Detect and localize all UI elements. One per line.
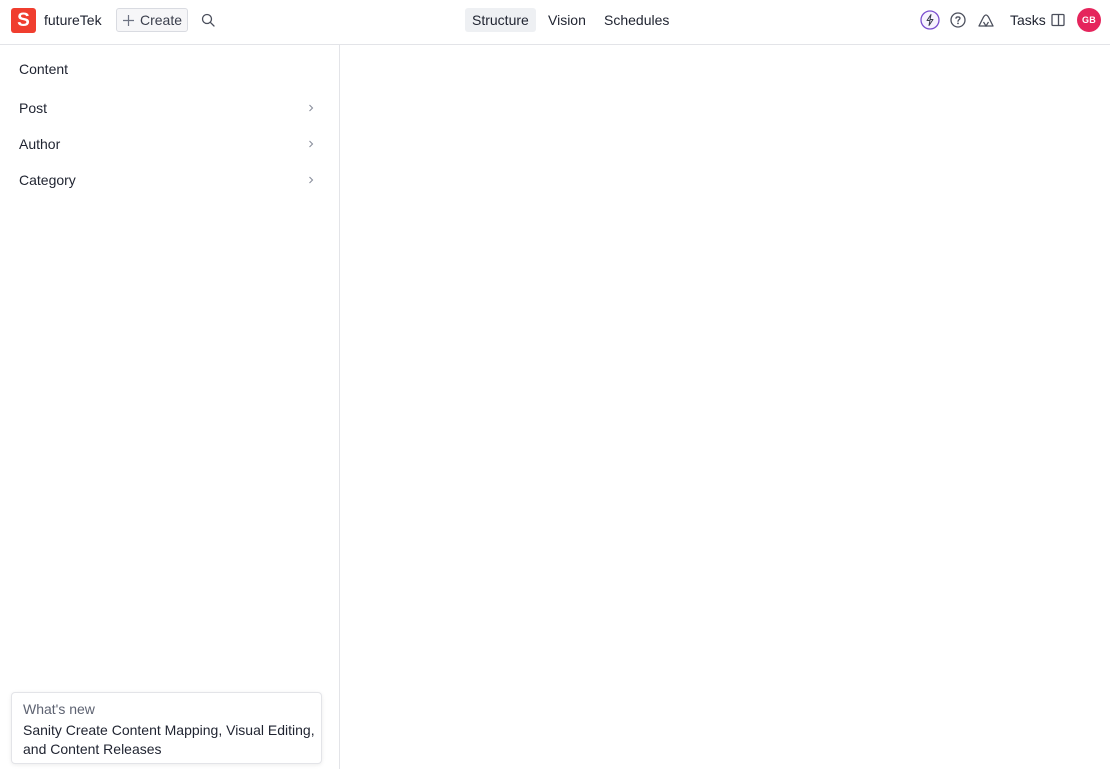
create-button[interactable]: Create [116,8,188,32]
sidebar-item-author[interactable]: Author [8,129,330,159]
create-button-label: Create [140,12,183,28]
whats-new-body: Sanity Create Content Mapping, Visual Ed… [23,722,315,757]
avatar[interactable]: GB [1077,8,1101,32]
sidebar-item-label: Author [19,136,61,152]
whats-new-title: What's new [23,701,95,717]
sidebar-item-category[interactable]: Category [8,165,330,195]
presence-icon[interactable] [976,10,996,30]
chevron-right-icon [309,104,314,112]
chevron-right-icon [309,140,314,148]
panel-icon[interactable] [1048,10,1068,30]
top-navbar: S futureTek Create Structure Vision Sche… [0,0,1110,45]
tab-structure[interactable]: Structure [465,8,536,32]
tasks-button[interactable]: Tasks [1010,12,1046,28]
bolt-icon[interactable] [920,10,940,30]
sanity-logo[interactable]: S [11,8,36,33]
help-icon[interactable] [948,10,968,30]
sidebar-item-label: Post [19,100,48,116]
tab-vision[interactable]: Vision [541,8,593,32]
search-icon[interactable] [200,12,217,29]
sidebar-title: Content [19,61,69,77]
content-sidebar: Content Post Author Category [0,45,340,769]
plus-icon [123,14,134,26]
tab-schedules[interactable]: Schedules [597,8,676,32]
whats-new-card[interactable]: What's new Sanity Create Content Mapping… [11,692,322,764]
main-pane [341,45,1110,769]
sidebar-item-label: Category [19,172,76,188]
project-name[interactable]: futureTek [44,12,102,28]
sidebar-item-post[interactable]: Post [8,93,330,123]
chevron-right-icon [309,176,314,184]
